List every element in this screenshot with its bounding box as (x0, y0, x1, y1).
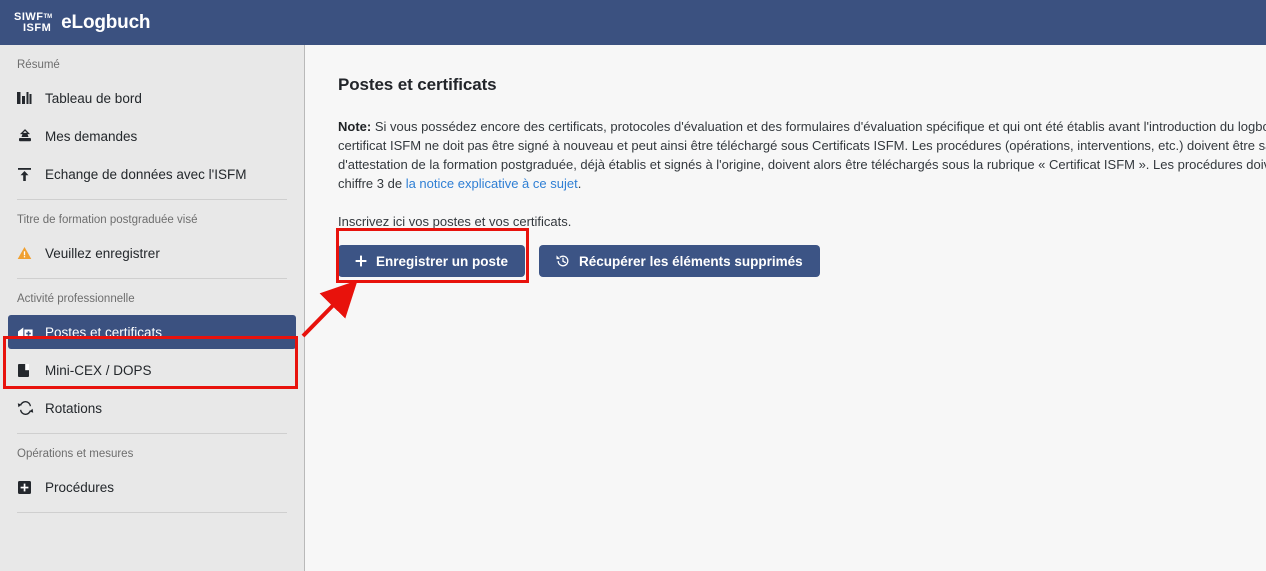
note-line-1-text: Si vous possédez encore des certificats,… (371, 119, 1266, 134)
inbox-stamp-icon (17, 127, 39, 145)
hospital-icon (17, 323, 39, 341)
plus-square-icon (17, 478, 39, 496)
notice-explicative-link[interactable]: la notice explicative à ce sujet (406, 176, 578, 191)
note-line-2: certificat ISFM ne doit pas être signé à… (338, 138, 1266, 153)
sidebar-item-label: Procédures (45, 479, 115, 495)
sidebar-item-label: Rotations (45, 400, 103, 416)
sidebar-item-rotations[interactable]: Rotations (8, 391, 296, 425)
history-restore-icon (556, 254, 570, 268)
main-content: Postes et certificats Note: Si vous poss… (306, 45, 1266, 571)
sidebar-section-label-activite-professionnelle: Activité professionnelle (17, 293, 135, 305)
sidebar-divider-4 (17, 512, 287, 513)
sidebar-item-label: Mini-CEX / DOPS (45, 362, 152, 378)
sidebar-item-label: Tableau de bord (45, 90, 142, 106)
app-header: SIWFTM ISFM eLogbuch (0, 0, 1266, 45)
sidebar-item-label: Veuillez enregistrer (45, 245, 160, 261)
note-line-4: chiffre 3 de la notice explicative à ce … (338, 174, 1266, 193)
upload-icon (17, 165, 39, 183)
sidebar-section-label-resume: Résumé (17, 59, 60, 71)
sidebar-section-label-titre-formation: Titre de formation postgraduée visé (17, 214, 198, 226)
sidebar-item-tableau-de-bord[interactable]: Tableau de bord (8, 81, 296, 115)
sidebar-item-label: Postes et certificats (45, 324, 163, 340)
enregistrer-un-poste-button[interactable]: Enregistrer un poste (338, 245, 526, 277)
note-line-4-suffix: . (577, 176, 582, 191)
instruction-text: Inscrivez ici vos postes et vos certific… (338, 214, 572, 229)
sidebar-item-postes-et-certificats[interactable]: Postes et certificats (8, 315, 296, 349)
warning-triangle-icon (17, 244, 39, 262)
plus-icon (355, 255, 367, 267)
sidebar-item-label: Mes demandes (45, 128, 138, 144)
logo-trademark: TM (43, 13, 53, 20)
sidebar-item-procedures[interactable]: Procédures (8, 470, 296, 504)
logo-line2: ISFM (23, 21, 52, 34)
bar-chart-icon (17, 89, 39, 107)
button-label: Enregistrer un poste (376, 253, 509, 269)
recuperer-elements-supprimes-button[interactable]: Récupérer les éléments supprimés (539, 245, 820, 277)
siwf-isfm-logo-icon: SIWFTM ISFM (14, 10, 53, 34)
sidebar[interactable]: Résumé Tableau de bord Mes demandes Echa… (0, 45, 305, 571)
button-label: Récupérer les éléments supprimés (579, 253, 803, 269)
bookmark-icon (17, 361, 39, 379)
sidebar-item-echange-de-donnees[interactable]: Echange de données avec l'ISFM (8, 157, 296, 191)
page-title: Postes et certificats (338, 75, 497, 94)
sidebar-item-mes-demandes[interactable]: Mes demandes (8, 119, 296, 153)
action-button-row: Enregistrer un poste Récupérer les éléme… (306, 229, 1266, 277)
note-line-3: d'attestation de la formation postgradué… (338, 157, 1266, 172)
note-paragraph: Note: Si vous possédez encore des certif… (306, 95, 1266, 193)
logo-line1: SIWF (14, 10, 44, 23)
app-name: eLogbuch (61, 11, 151, 33)
sidebar-item-mini-cex-dops[interactable]: Mini-CEX / DOPS (8, 353, 296, 387)
sidebar-section-label-operations-et-mesures: Opérations et mesures (17, 448, 134, 460)
note-line-4-prefix: chiffre 3 de (338, 176, 406, 191)
refresh-cycle-icon (17, 399, 39, 417)
sidebar-item-veuillez-enregistrer[interactable]: Veuillez enregistrer (8, 236, 296, 270)
note-line-1: Note: Si vous possédez encore des certif… (338, 117, 1266, 136)
app-logo[interactable]: SIWFTM ISFM eLogbuch (0, 10, 151, 34)
sidebar-item-label: Echange de données avec l'ISFM (45, 166, 247, 182)
note-bold-prefix: Note: (338, 119, 372, 134)
